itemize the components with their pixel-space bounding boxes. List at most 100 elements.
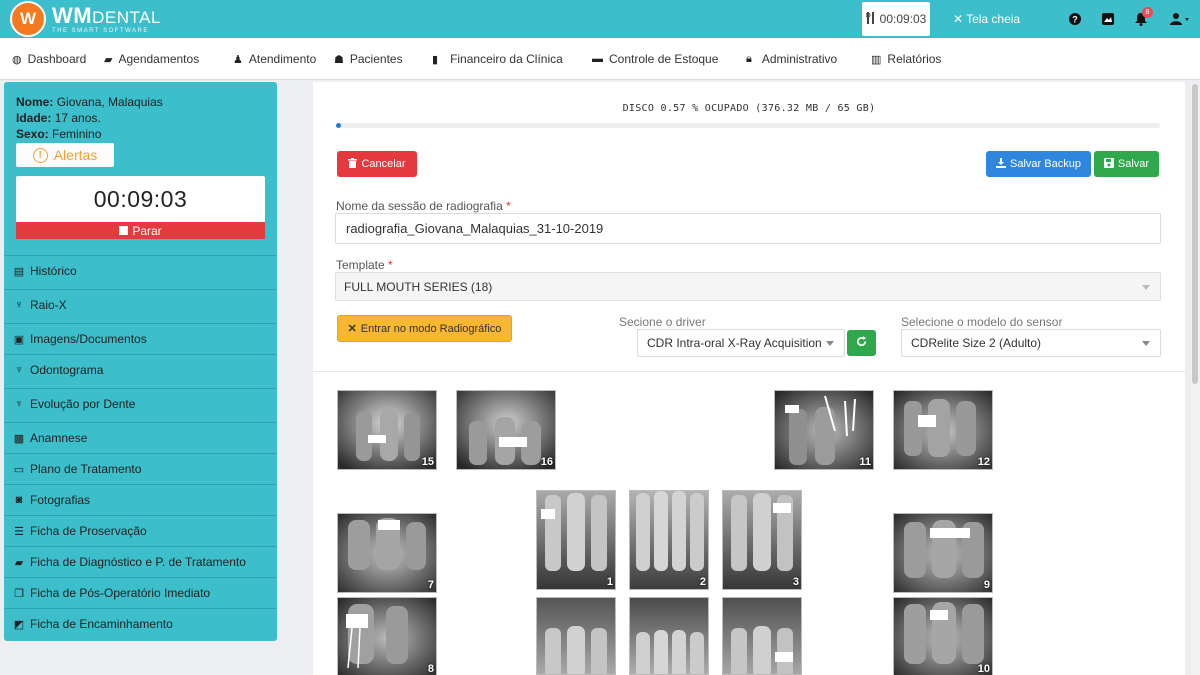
nav-financeiro[interactable]: ▮ Financeiro da Clínica [432, 52, 563, 66]
money-icon: ▭ [13, 463, 25, 476]
scrollbar-thumb[interactable] [1192, 84, 1198, 384]
cancel-label: Cancelar [361, 158, 406, 170]
sensor-select[interactable]: CDRelite Size 2 (Adulto) [901, 329, 1161, 357]
xray-slot[interactable]: 7 [337, 513, 437, 593]
required-mark: * [388, 258, 393, 272]
sidebar-item-label: Plano de Tratamento [30, 462, 142, 476]
nav-dashboard[interactable]: ◍ Dashboard [12, 52, 86, 66]
fullscreen-button[interactable]: ✕ Tela cheia [953, 12, 1020, 26]
patient-name: Giovana, Malaquias [56, 95, 163, 109]
sidebar-item-imagens[interactable]: ▣ Imagens/Documentos [4, 323, 277, 354]
sidebar-item-historico[interactable]: ▤ Histórico [4, 255, 277, 286]
tooth-progress-icon: ♆ [14, 398, 24, 410]
box-icon: ▬ [592, 53, 603, 65]
save-backup-label: Salvar Backup [1010, 158, 1081, 170]
save-backup-button[interactable]: Salvar Backup [986, 151, 1091, 177]
xray-slot-partial[interactable] [722, 597, 802, 675]
list-icon: ☰ [14, 525, 24, 538]
patient-sex-label: Sexo: [16, 127, 49, 141]
nav-label: Pacientes [349, 52, 403, 66]
xray-number: 10 [977, 663, 990, 675]
nav-atendimento[interactable]: ♟ Atendimento [233, 52, 316, 66]
xray-slot[interactable]: 10 [893, 597, 993, 675]
tooth-icon: ♆ [14, 299, 24, 311]
sidebar-item-diagnostico[interactable]: ▰ Ficha de Diagnóstico e P. de Tratamento [4, 546, 277, 577]
sidebar-item-pos-operatorio[interactable]: ❐ Ficha de Pós-Operatório Imediato [4, 577, 277, 608]
nav-label: Relatórios [887, 52, 942, 66]
xray-slot[interactable]: 1 [536, 490, 616, 590]
stop-button[interactable]: Parar [16, 222, 265, 239]
xray-number: 16 [540, 456, 553, 468]
sidebar-item-label: Odontograma [30, 363, 104, 377]
tooth-icon: ♆ [14, 364, 24, 376]
image-icon[interactable] [1100, 11, 1116, 27]
xray-slot[interactable]: 9 [893, 513, 993, 593]
sidebar-item-plano[interactable]: ▭ Plano de Tratamento [4, 453, 277, 484]
header-timer-value: 00:09:03 [879, 12, 927, 26]
app-logo[interactable]: W WMDENTAL THE SMART SOFTWARE [10, 1, 161, 37]
xray-slot[interactable]: 15 [337, 390, 437, 470]
sidebar-item-proservacao[interactable]: ☰ Ficha de Proservação [4, 515, 277, 546]
stop-icon [119, 226, 129, 235]
stop-label: Parar [132, 223, 162, 238]
save-label: Salvar [1117, 158, 1150, 170]
sidebar-item-label: Ficha de Diagnóstico e P. de Tratamento [30, 555, 246, 569]
radiograph-mode-button[interactable]: ✕ Entrar no modo Radiográfico [337, 315, 512, 342]
user-icon[interactable] [1168, 11, 1192, 27]
save-button[interactable]: Salvar [1094, 151, 1159, 177]
svg-text:?: ? [1072, 15, 1078, 25]
xray-number: 1 [606, 576, 613, 588]
refresh-icon [856, 336, 867, 350]
patient-sidebar: Nome: Giovana, Malaquias Idade: 17 anos.… [4, 82, 277, 641]
alerts-button[interactable]: ! Alertas [16, 143, 114, 167]
user-md-icon: ♟ [233, 53, 243, 66]
sidebar-item-label: Ficha de Proservação [30, 524, 147, 538]
xray-number: 11 [859, 456, 871, 468]
nav-relatorios[interactable]: ▥ Relatórios [871, 52, 941, 66]
sidebar-item-label: Anamnese [30, 431, 88, 445]
sensor-label: Selecione o modelo do sensor [901, 315, 1063, 329]
xray-slot[interactable]: 11 [774, 390, 874, 470]
sidebar-item-anamnese[interactable]: ▩ Anamnese [4, 422, 277, 453]
xray-slot-partial[interactable] [629, 597, 709, 675]
patient-name-label: Nome: [16, 95, 54, 109]
xray-slot[interactable]: 2 [629, 490, 709, 590]
nav-estoque[interactable]: ▬ Controle de Estoque [592, 52, 718, 66]
sidebar-item-label: Imagens/Documentos [30, 332, 147, 346]
xray-slot[interactable]: 8 [337, 597, 437, 675]
nav-agendamentos[interactable]: ▰ Agendamentos [104, 52, 199, 66]
xray-slot-partial[interactable] [536, 597, 616, 675]
session-name-input[interactable]: radiografia_Giovana_Malaquias_31-10-2019 [335, 213, 1161, 244]
bookmark-icon: ▮ [432, 53, 439, 66]
header-timer[interactable]: 00:09:03 [862, 2, 930, 36]
sidebar-item-evolucao[interactable]: ♆ Evolução por Dente [4, 388, 277, 419]
nav-label: Dashboard [27, 52, 87, 66]
sidebar-item-label: Histórico [30, 264, 77, 278]
page-scrollbar[interactable] [1190, 82, 1200, 675]
patient-age-label: Idade: [16, 111, 52, 125]
sidebar-item-fotografias[interactable]: ◙ Fotografias [4, 484, 277, 515]
logo-name: WMDENTAL [52, 4, 161, 27]
refresh-driver-button[interactable] [847, 330, 876, 356]
xray-slot[interactable]: 16 [456, 390, 556, 470]
question-icon[interactable]: ? [1067, 11, 1083, 27]
driver-value: CDR Intra-oral X-Ray Acquisition [647, 336, 822, 350]
template-select[interactable]: FULL MOUTH SERIES (18) [335, 272, 1161, 301]
template-value: FULL MOUTH SERIES (18) [344, 279, 493, 294]
nav-pacientes[interactable]: ☗ Pacientes [334, 52, 403, 66]
nav-administrativo[interactable]: 🔒︎ Administrativo [746, 52, 837, 66]
xray-slot[interactable]: 12 [893, 390, 993, 470]
logo-tagline: THE SMART SOFTWARE [52, 27, 149, 34]
patient-info: Nome: Giovana, Malaquias Idade: 17 anos.… [16, 94, 163, 142]
patient-sex: Feminino [52, 127, 102, 141]
crosshair-icon: ✕ [347, 323, 357, 335]
sidebar-item-odontograma[interactable]: ♆ Odontograma [4, 354, 277, 385]
sidebar-item-raio-x[interactable]: ♆ Raio-X [4, 289, 277, 320]
cancel-button[interactable]: Cancelar [337, 151, 417, 177]
nav-label: Financeiro da Clínica [450, 52, 563, 66]
disk-usage-bar [336, 123, 1160, 128]
xray-slot[interactable]: 3 [722, 490, 802, 590]
users-icon: ☗ [334, 53, 344, 66]
sidebar-item-encaminhamento[interactable]: ◩ Ficha de Encaminhamento [4, 608, 277, 639]
driver-select[interactable]: CDR Intra-oral X-Ray Acquisition [637, 329, 845, 357]
